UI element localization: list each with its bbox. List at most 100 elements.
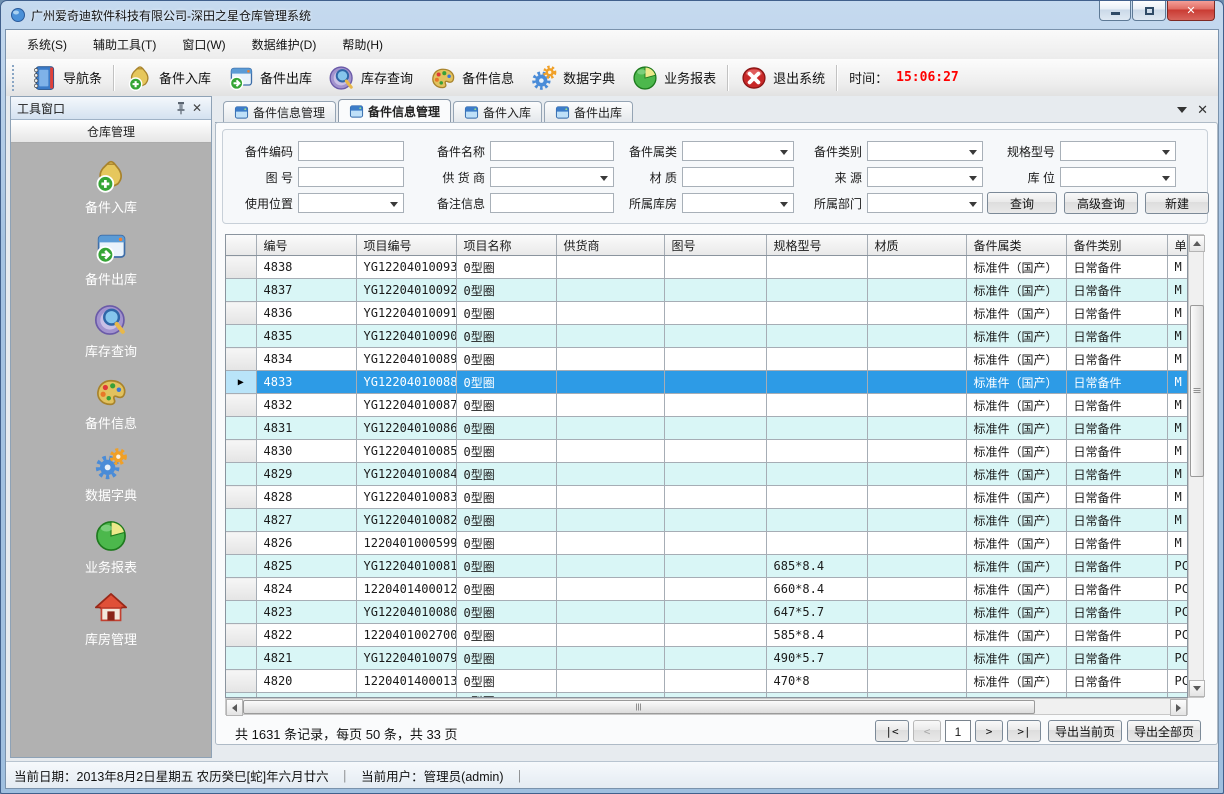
row-selector-cell[interactable] [226, 647, 256, 670]
column-header-备件类别[interactable]: 备件类别 [1066, 235, 1167, 256]
input-备件编码[interactable] [298, 141, 404, 161]
select-使用位置[interactable] [298, 193, 404, 213]
toolbar-button-2[interactable]: 备件出库 [219, 62, 320, 94]
sidebar-item-业务报表[interactable]: 业务报表 [11, 518, 211, 576]
row-selector-cell[interactable] [226, 325, 256, 348]
select-所属部门[interactable] [867, 193, 983, 213]
select-备件属类[interactable] [682, 141, 794, 161]
table-row[interactable]: 4837YG122040100920型圈标准件（国产）日常备件M [226, 279, 1187, 302]
toolbar-button-0[interactable]: 导航条 [22, 62, 110, 94]
table-row[interactable]: 482612204010005990型圈标准件（国产）日常备件M [226, 532, 1187, 555]
menu-item-0[interactable]: 系统(S) [14, 31, 80, 58]
table-row[interactable]: 4831YG122040100860型圈标准件（国产）日常备件M [226, 417, 1187, 440]
table-row[interactable]: 4821YG122040100790型圈490*5.7标准件（国产）日常备件PC [226, 647, 1187, 670]
row-selector-cell[interactable] [226, 624, 256, 647]
table-row[interactable]: 4825YG122040100810型圈685*8.4标准件（国产）日常备件PC [226, 555, 1187, 578]
row-selector-cell[interactable] [226, 463, 256, 486]
row-selector-cell[interactable] [226, 509, 256, 532]
sidebar-item-库存查询[interactable]: 库存查询 [11, 302, 211, 360]
input-材 质[interactable] [682, 167, 794, 187]
table-row[interactable]: 4835YG122040100900型圈标准件（国产）日常备件M [226, 325, 1187, 348]
column-header-图号[interactable]: 图号 [664, 235, 766, 256]
toolbar-button-4[interactable]: 备件信息 [421, 62, 522, 94]
page-number-input[interactable]: 1 [945, 720, 971, 742]
panel-close-icon[interactable]: ✕ [189, 100, 205, 116]
column-header-规格型号[interactable]: 规格型号 [766, 235, 867, 256]
input-图 号[interactable] [298, 167, 404, 187]
sidebar-item-备件出库[interactable]: 备件出库 [11, 230, 211, 288]
column-header-备件属类[interactable]: 备件属类 [966, 235, 1066, 256]
tab-close-icon[interactable]: ✕ [1197, 104, 1208, 116]
table-row[interactable]: 482012204014000130型圈470*8标准件（国产）日常备件PC [226, 670, 1187, 693]
menu-item-3[interactable]: 数据维护(D) [239, 31, 330, 58]
select-库 位[interactable] [1060, 167, 1176, 187]
select-所属库房[interactable] [682, 193, 794, 213]
table-row-selected[interactable]: ▶4833YG122040100880型圈标准件（国产）日常备件M [226, 371, 1187, 394]
vscroll-thumb[interactable] [1190, 305, 1204, 477]
advanced-query-button[interactable]: 高级查询 [1064, 192, 1138, 214]
toolbar-button-3[interactable]: 库存查询 [320, 62, 421, 94]
horizontal-scrollbar[interactable] [225, 698, 1188, 715]
column-header-编号[interactable]: 编号 [256, 235, 356, 256]
pin-icon[interactable] [173, 100, 189, 116]
select-供 货 商[interactable] [490, 167, 614, 187]
row-selector-cell[interactable] [226, 348, 256, 371]
menu-item-4[interactable]: 帮助(H) [329, 31, 396, 58]
last-page-button[interactable]: >| [1007, 720, 1041, 742]
tab-list-dropdown-icon[interactable] [1177, 107, 1187, 113]
toolbar-button-6[interactable]: 业务报表 [623, 62, 724, 94]
tab-2[interactable]: 备件入库 [453, 101, 542, 122]
maximize-button[interactable] [1132, 1, 1166, 21]
tab-1-active[interactable]: 备件信息管理 [338, 99, 451, 123]
table-row[interactable]: 482212204010027000型圈585*8.4标准件（国产）日常备件PC [226, 624, 1187, 647]
row-selector-cell[interactable] [226, 302, 256, 325]
row-selector-cell[interactable]: ▶ [226, 371, 256, 394]
row-selector-cell[interactable] [226, 601, 256, 624]
row-selector-cell[interactable] [226, 417, 256, 440]
row-selector-cell[interactable] [226, 394, 256, 417]
sidebar-section-header[interactable]: 仓库管理 [11, 120, 211, 143]
close-button[interactable]: ✕ [1167, 1, 1215, 21]
tab-0[interactable]: 备件信息管理 [223, 101, 336, 122]
hscroll-thumb[interactable] [243, 700, 1035, 714]
table-row[interactable]: 4830YG122040100850型圈标准件（国产）日常备件M [226, 440, 1187, 463]
tab-3[interactable]: 备件出库 [544, 101, 633, 122]
toolbar-button-5[interactable]: 数据字典 [522, 62, 623, 94]
export-all-pages-button[interactable]: 导出全部页 [1127, 720, 1201, 742]
minimize-button[interactable] [1099, 1, 1131, 21]
menu-item-2[interactable]: 窗口(W) [169, 31, 238, 58]
row-selector-cell[interactable] [226, 555, 256, 578]
table-row[interactable]: 4828YG122040100830型圈标准件（国产）日常备件M [226, 486, 1187, 509]
toolbar-grip[interactable] [12, 65, 17, 91]
row-selector-cell[interactable] [226, 578, 256, 601]
column-header-项目名称[interactable]: 项目名称 [456, 235, 556, 256]
first-page-button[interactable]: |< [875, 720, 909, 742]
row-selector-cell[interactable] [226, 532, 256, 555]
table-row[interactable]: 4836YG122040100910型圈标准件（国产）日常备件M [226, 302, 1187, 325]
sidebar-item-库房管理[interactable]: 库房管理 [11, 590, 211, 648]
sidebar-item-备件入库[interactable]: 备件入库 [11, 158, 211, 216]
new-button[interactable]: 新建 [1145, 192, 1209, 214]
table-row[interactable]: 4834YG122040100890型圈标准件（国产）日常备件M [226, 348, 1187, 371]
vertical-scrollbar[interactable] [1188, 234, 1204, 698]
export-current-page-button[interactable]: 导出当前页 [1048, 720, 1122, 742]
row-selector-cell[interactable] [226, 670, 256, 693]
table-row[interactable]: 482412204014000120型圈660*8.4标准件（国产）日常备件PC [226, 578, 1187, 601]
prev-page-button[interactable]: < [913, 720, 941, 742]
select-规格型号[interactable] [1060, 141, 1176, 161]
column-header-供货商[interactable]: 供货商 [556, 235, 664, 256]
toolbar-button-7[interactable]: 退出系统 [732, 62, 833, 94]
table-row[interactable]: 4829YG122040100840型圈标准件（国产）日常备件M [226, 463, 1187, 486]
select-备件类别[interactable] [867, 141, 983, 161]
column-header-项目编号[interactable]: 项目编号 [356, 235, 456, 256]
column-header-单位[interactable]: 单位 [1167, 235, 1187, 256]
next-page-button[interactable]: > [975, 720, 1003, 742]
sidebar-item-数据字典[interactable]: 数据字典 [11, 446, 211, 504]
query-button[interactable]: 查询 [987, 192, 1057, 214]
input-备注信息[interactable] [490, 193, 614, 213]
row-selector-cell[interactable] [226, 256, 256, 279]
table-row[interactable]: 4832YG122040100870型圈标准件（国产）日常备件M [226, 394, 1187, 417]
table-row[interactable]: 4838YG122040100930型圈标准件（国产）日常备件M [226, 256, 1187, 279]
menu-item-1[interactable]: 辅助工具(T) [80, 31, 169, 58]
table-row[interactable]: 4827YG122040100820型圈标准件（国产）日常备件M [226, 509, 1187, 532]
